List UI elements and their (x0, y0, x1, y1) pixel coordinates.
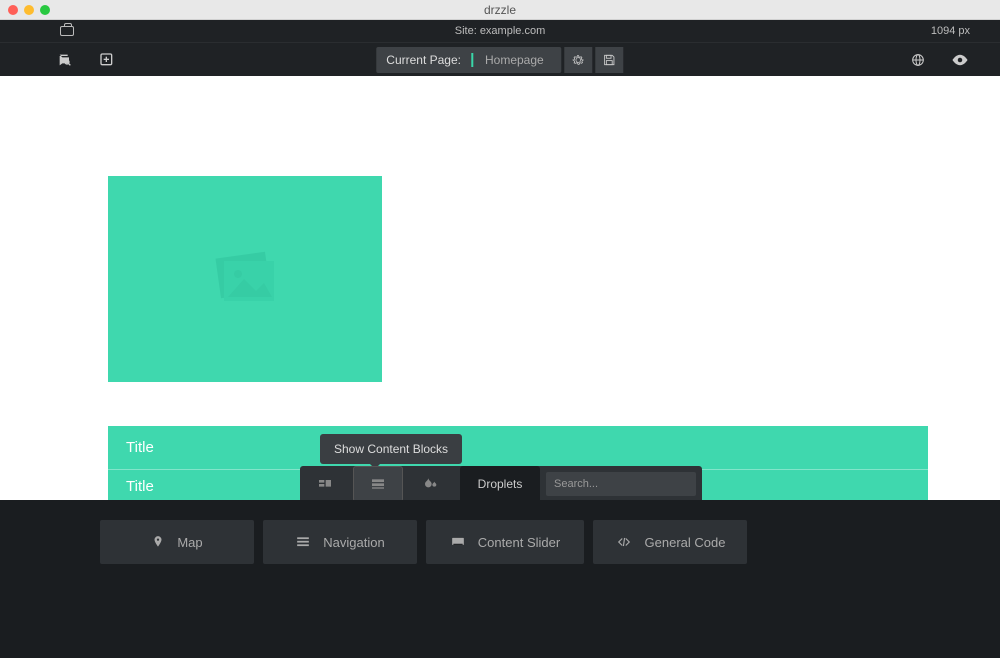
tooltip-show-content-blocks: Show Content Blocks (320, 434, 462, 464)
current-page-value: Homepage (473, 53, 562, 67)
viewport-width-label: 1094 px (931, 25, 970, 37)
slider-icon (450, 535, 466, 549)
image-placeholder-icon (210, 249, 280, 309)
block-navigation[interactable]: Navigation (263, 520, 417, 564)
block-content-slider-label: Content Slider (478, 535, 560, 550)
block-navigation-label: Navigation (323, 535, 384, 550)
block-content-slider[interactable]: Content Slider (426, 520, 584, 564)
block-map[interactable]: Map (100, 520, 254, 564)
tab-themes-icon[interactable] (406, 466, 456, 502)
menu-icon (295, 535, 311, 549)
image-placeholder-block[interactable] (108, 176, 382, 382)
tab-droplets[interactable]: Droplets (460, 466, 540, 502)
site-label: Site: example.com (0, 25, 1000, 37)
title-row-1[interactable]: Title (108, 426, 928, 470)
search-input[interactable] (546, 472, 696, 496)
droplets-panel-tabs: Droplets (300, 466, 702, 502)
settings-button[interactable] (565, 47, 593, 73)
site-bar: Site: example.com 1094 px (0, 20, 1000, 42)
globe-icon[interactable] (908, 50, 928, 70)
content-blocks-panel: Map Navigation Content Slider General Co… (0, 500, 1000, 658)
tab-sections-icon[interactable] (300, 466, 350, 502)
preview-icon[interactable] (950, 50, 970, 70)
block-map-label: Map (177, 535, 202, 550)
main-toolbar: Current Page: Homepage (0, 42, 1000, 76)
current-page-label: Current Page: (376, 53, 473, 67)
add-page-icon[interactable] (97, 50, 117, 70)
block-general-code-label: General Code (645, 535, 726, 550)
tab-droplets-label: Droplets (478, 477, 523, 491)
map-pin-icon (151, 534, 165, 550)
window-title: drzzle (0, 3, 1000, 17)
code-icon (615, 535, 633, 549)
save-button[interactable] (596, 47, 624, 73)
block-general-code[interactable]: General Code (593, 520, 747, 564)
window-titlebar: drzzle (0, 0, 1000, 20)
current-page-selector[interactable]: Current Page: Homepage (376, 47, 561, 73)
pages-icon[interactable] (55, 50, 75, 70)
tab-content-blocks-icon[interactable] (353, 466, 403, 502)
title-row-1-label: Title (126, 439, 154, 456)
page-canvas[interactable]: Title Title Show Content Blocks Droplets… (0, 76, 1000, 658)
title-row-2-label: Title (126, 478, 154, 495)
